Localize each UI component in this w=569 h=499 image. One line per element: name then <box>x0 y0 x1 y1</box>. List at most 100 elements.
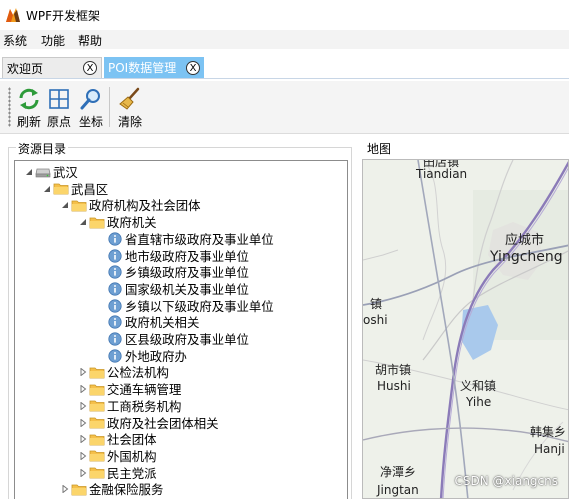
tree-item[interactable]: 乡镇以下级政府及事业单位 <box>95 298 274 314</box>
clear-button[interactable]: 清除 <box>115 85 145 131</box>
map-label-hanji-en: Hanji <box>534 442 565 456</box>
broom-icon <box>119 87 140 110</box>
tab-poi-data[interactable]: POI数据管理 X <box>104 57 204 78</box>
collapsed-arrow-icon[interactable] <box>77 364 89 380</box>
tree-item[interactable]: 政府机构及社会团体 <box>59 197 201 213</box>
info-icon <box>107 281 123 297</box>
tree-item[interactable]: 武汉 <box>23 164 78 180</box>
collapsed-arrow-icon[interactable] <box>77 465 89 481</box>
menu-item-function[interactable]: 功能 <box>41 32 65 49</box>
map-label-jingtan-en: Jingtan <box>377 483 419 497</box>
map-label-yingcheng-en: Yingcheng <box>490 249 563 265</box>
tree-item[interactable]: 武昌区 <box>41 181 108 197</box>
watermark-text: CSDN @xiangcns <box>454 474 559 488</box>
folder-icon <box>89 431 105 447</box>
clear-button-label: 清除 <box>117 115 142 129</box>
refresh-icon <box>19 88 39 110</box>
map-label-oshi-en: oshi <box>363 313 388 327</box>
info-icon <box>107 314 123 330</box>
tab-poi-data-label: POI数据管理 <box>108 61 177 75</box>
menu-item-help[interactable]: 帮助 <box>78 32 102 49</box>
coordinate-button-label: 坐标 <box>78 115 103 129</box>
tree-item-label: 政府及社会团体相关 <box>107 415 219 431</box>
folder-icon <box>89 465 105 481</box>
expanded-arrow-icon[interactable] <box>59 197 71 213</box>
grid-origin-icon <box>49 89 69 109</box>
app-title: WPF开发框架 <box>26 9 101 23</box>
tree-item-label: 社会团体 <box>107 432 157 448</box>
expanded-arrow-icon[interactable] <box>41 181 53 197</box>
tree-item-label: 政府机构及社会团体 <box>89 198 201 214</box>
folder-icon <box>89 415 105 431</box>
tree-item-label: 民主党派 <box>107 465 157 481</box>
info-icon <box>107 348 123 364</box>
app-logo-icon <box>6 8 20 22</box>
tree-item-label: 交通车辆管理 <box>107 382 182 398</box>
folder-icon <box>89 448 105 464</box>
tab-welcome-label: 欢迎页 <box>7 61 44 76</box>
info-icon <box>107 248 123 264</box>
expanded-arrow-icon[interactable] <box>77 214 89 230</box>
folder-icon <box>71 197 87 213</box>
collapsed-arrow-icon[interactable] <box>77 431 89 447</box>
tree-item-label: 武汉 <box>53 165 78 180</box>
tree-item[interactable]: 公检法机构 <box>77 364 169 380</box>
tree-item-label: 省直辖市级政府及事业单位 <box>125 231 274 247</box>
tree-item[interactable]: 政府机关相关 <box>95 314 199 330</box>
map-label-hushi-cn: 胡市镇 <box>375 363 412 377</box>
tree-item[interactable]: 政府机关 <box>77 214 157 230</box>
drive-icon <box>35 164 51 180</box>
info-icon <box>107 231 123 247</box>
tree-item[interactable]: 政府及社会团体相关 <box>77 415 219 431</box>
tree-item[interactable]: 乡镇级政府及事业单位 <box>95 264 249 280</box>
map-label-yihe-cn: 义和镇 <box>460 379 497 393</box>
collapsed-arrow-icon[interactable] <box>77 448 89 464</box>
tree-item[interactable]: 地市级政府及事业单位 <box>95 248 249 264</box>
coordinate-button[interactable]: 坐标 <box>76 85 106 131</box>
tree-item[interactable]: 社会团体 <box>77 431 157 447</box>
map-label-yingcheng-cn: 应城市 <box>505 233 545 248</box>
collapsed-arrow-icon[interactable] <box>77 415 89 431</box>
tree-item[interactable]: 外地政府办 <box>95 348 187 364</box>
collapsed-arrow-icon[interactable] <box>77 381 89 397</box>
tree-item[interactable]: 金融保险服务 <box>59 481 163 497</box>
tree-item-label: 政府机关 <box>107 215 157 231</box>
tab-strip: 欢迎页 X POI数据管理 X <box>0 55 569 79</box>
tree-item-label: 金融保险服务 <box>89 482 164 498</box>
collapsed-arrow-icon[interactable] <box>77 398 89 414</box>
tab-welcome-close-icon[interactable]: X <box>83 61 97 75</box>
info-icon <box>107 264 123 280</box>
tree-item[interactable]: 工商税务机构 <box>77 398 181 414</box>
tree-item[interactable]: 民主党派 <box>77 465 157 481</box>
resource-tree[interactable]: 武汉 武昌区 政府机构及社会团体 政府机关 省直辖市级政府及事业单位 地市级政府及事业单位… <box>14 160 348 499</box>
tab-poi-data-close-icon[interactable]: X <box>186 60 200 75</box>
map-panel: 地图 田店镇 Tiandian 应城市 Yingcheng 镇 oshi 胡市镇… <box>357 140 569 499</box>
collapsed-arrow-icon[interactable] <box>59 481 71 497</box>
tree-item[interactable]: 交通车辆管理 <box>77 381 181 397</box>
map-label-hanji-cn: 韩集乡 <box>530 425 567 439</box>
resource-directory-panel: 资源目录 武汉 武昌区 政府机构及社会团体 政府机关 省直辖市级政府及事业单位 地市级政府… <box>8 140 352 499</box>
expanded-arrow-icon[interactable] <box>23 164 35 180</box>
tree-item-label: 工商税务机构 <box>107 398 182 414</box>
tree-item-label: 国家级机关及事业单位 <box>125 281 249 297</box>
folder-icon <box>71 481 87 497</box>
tree-item[interactable]: 国家级机关及事业单位 <box>95 281 249 297</box>
resource-panel-title: 资源目录 <box>16 140 69 157</box>
tree-item[interactable]: 区县级政府及事业单位 <box>95 331 249 347</box>
menu-item-system[interactable]: 系统 <box>3 32 27 49</box>
map-view[interactable]: 田店镇 Tiandian 应城市 Yingcheng 镇 oshi 胡市镇 Hu… <box>362 159 569 499</box>
magnifier-icon <box>80 89 100 110</box>
toolbar: 刷新 原点 坐标 清除 <box>0 81 569 134</box>
tree-item-label: 区县级政府及事业单位 <box>125 332 249 347</box>
tab-welcome[interactable]: 欢迎页 X <box>2 57 102 78</box>
info-icon <box>107 298 123 314</box>
tree-item[interactable]: 省直辖市级政府及事业单位 <box>95 231 274 247</box>
tree-item-label: 公检法机构 <box>107 365 169 381</box>
tree-item[interactable]: 外国机构 <box>77 448 157 464</box>
